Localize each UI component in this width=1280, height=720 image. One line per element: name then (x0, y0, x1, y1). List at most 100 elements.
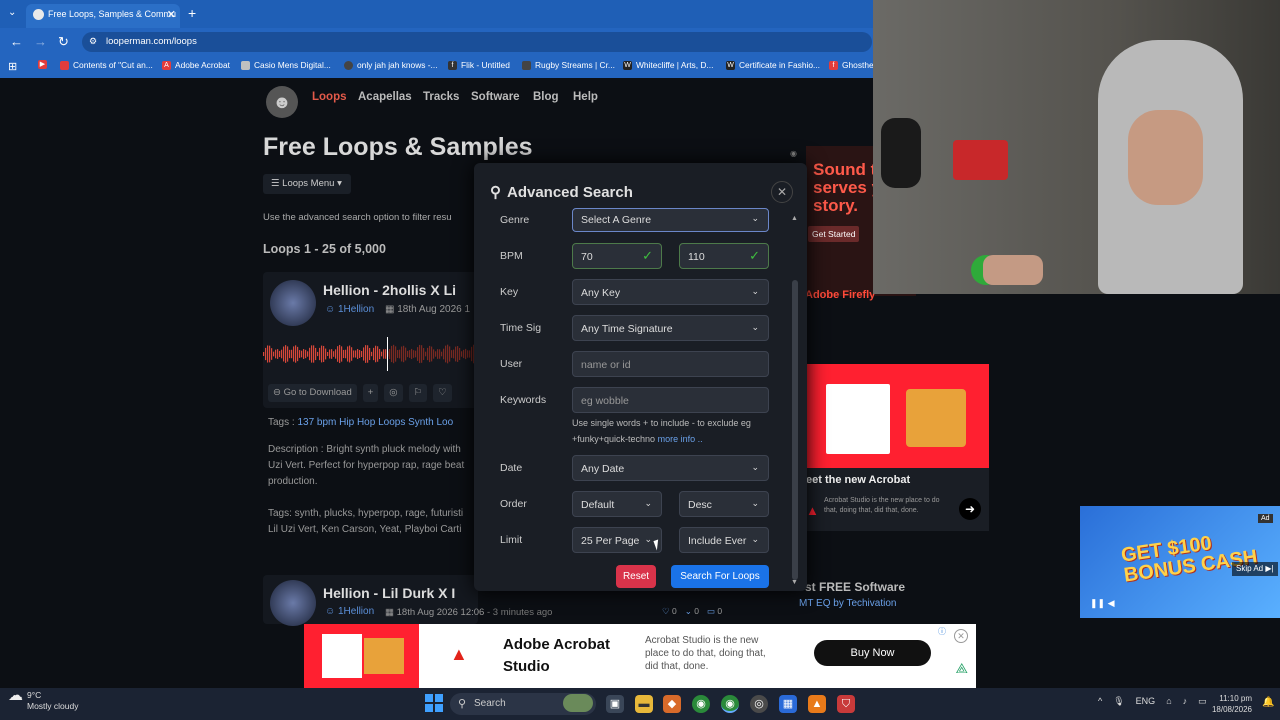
loop-user[interactable]: ☺ 1Hellion (325, 606, 374, 617)
url-input[interactable]: ⚙ looperman.com/loops (82, 32, 872, 52)
bookmark-8[interactable]: W Certificate in Fashio... (726, 60, 820, 70)
chevron-up-icon[interactable]: ^ (1098, 696, 1102, 707)
more-info-link[interactable]: more info .. (658, 434, 703, 444)
add-icon[interactable]: + (362, 384, 379, 402)
nav-help[interactable]: Help (573, 91, 598, 103)
windows-start-icon[interactable] (425, 694, 443, 712)
active-tab[interactable]: Free Loops, Samples & Commu ✕ (26, 4, 180, 28)
bpm-min-input[interactable]: 70 ✓ (572, 243, 662, 269)
key-select[interactable]: Any Key ⌄ (572, 279, 769, 305)
close-tab-icon[interactable]: ✕ (167, 8, 176, 21)
bookmark-5[interactable]: f Flik - Untitled (448, 60, 510, 70)
weather-widget[interactable]: ☁ 9°C Mostly cloudy (8, 688, 79, 712)
scroll-down-icon[interactable]: ▼ (791, 579, 798, 586)
pause-icon[interactable]: ❚❚ (1090, 598, 1105, 608)
heart-icon[interactable]: ♡ (433, 384, 452, 402)
chrome-active-icon[interactable]: ◉ (721, 695, 739, 713)
language-indicator[interactable]: ENG (1136, 696, 1156, 707)
arrow-right-icon[interactable]: ➜ (959, 498, 981, 520)
nav-loops[interactable]: Loops (312, 91, 347, 103)
timesig-select[interactable]: Any Time Signature ⌄ (572, 315, 769, 341)
brave-icon[interactable]: ◆ (663, 695, 681, 713)
scrollbar-thumb[interactable] (792, 280, 798, 580)
tag-link[interactable]: Synth Loo (408, 417, 453, 428)
bookmark-0[interactable]: ▶ (38, 60, 47, 69)
avatar[interactable] (270, 280, 316, 326)
video-controls[interactable]: ❚❚ ◀ (1090, 598, 1115, 609)
download-button[interactable]: ⊖ Go to Download (268, 384, 357, 402)
shield-icon[interactable]: ⛉ (837, 695, 855, 713)
vlc-icon[interactable]: ▲ (808, 695, 826, 713)
nav-blog[interactable]: Blog (533, 91, 559, 103)
chrome-icon[interactable]: ◉ (692, 695, 710, 713)
nav-acapellas[interactable]: Acapellas (358, 91, 412, 103)
bookmark-4[interactable]: only jah jah knows -... (344, 60, 438, 70)
target-icon[interactable]: ◎ (384, 384, 403, 402)
volume-icon[interactable]: ◀ (1108, 598, 1115, 608)
genre-select[interactable]: Select A Genre ⌄ (572, 208, 769, 232)
back-icon[interactable]: ← (10, 34, 23, 49)
close-ad-icon[interactable]: ✕ (954, 629, 968, 643)
ad-info-icon[interactable]: ⓘ (938, 626, 946, 637)
user-link[interactable]: 1Hellion (338, 606, 374, 617)
include-select[interactable]: Include Ever ⌄ (679, 527, 769, 553)
bookmark-1[interactable]: Contents of "Cut an... (60, 60, 153, 70)
bookmark-7[interactable]: W Whitecliffe | Arts, D... (623, 60, 713, 70)
get-started-button[interactable]: Get Started (808, 226, 860, 242)
loop-title[interactable]: Hellion - 2hollis X Li (323, 282, 456, 298)
date-select[interactable]: Any Date ⌄ (572, 455, 769, 481)
site-logo-icon[interactable]: ☻ (266, 86, 298, 118)
acrobat-ad[interactable]: eet the new Acrobat Acrobat Studio is th… (806, 364, 989, 531)
tag-link[interactable]: Hip Hop Loops (339, 417, 405, 428)
apps-icon[interactable]: ⊞ (8, 60, 17, 73)
buy-now-button[interactable]: Buy Now (814, 640, 931, 666)
order-select[interactable]: Default ⌄ (572, 491, 662, 517)
nav-tracks[interactable]: Tracks (423, 91, 459, 103)
file-explorer-icon[interactable]: ▬ (635, 695, 653, 713)
software-author[interactable]: Techivation (846, 598, 896, 609)
user-input[interactable]: name or id (572, 351, 769, 377)
volume-icon[interactable]: ♪ (1183, 696, 1188, 707)
photoshop-icon[interactable]: ▦ (779, 695, 797, 713)
loop-user[interactable]: ☺ 1Hellion (325, 304, 374, 315)
obs-icon[interactable]: ◎ (750, 695, 768, 713)
reload-icon[interactable]: ↻ (58, 34, 69, 50)
software-name[interactable]: MT EQ by (799, 598, 844, 609)
search-loops-button[interactable]: Search For Loops (671, 565, 769, 588)
microphone-icon[interactable]: 🎙 (1113, 696, 1124, 707)
feedback-icon[interactable]: ⟁ (956, 660, 969, 677)
loop-title[interactable]: Hellion - Lil Durk X I (323, 585, 455, 601)
bookmark-9[interactable]: f Ghosthe (829, 60, 874, 70)
bookmark-2[interactable]: A Adobe Acrobat (162, 60, 230, 70)
downloads-count[interactable]: ⌄ 0 (685, 606, 699, 617)
forward-icon[interactable]: → (34, 34, 47, 49)
keywords-input[interactable]: eg wobble (572, 387, 769, 413)
comments-count[interactable]: ▭ 0 (707, 606, 722, 617)
network-icon[interactable]: ⌂ (1166, 696, 1171, 707)
tag-link[interactable]: 137 bpm (297, 417, 336, 428)
ad-info-icon[interactable]: ◉ (790, 149, 797, 158)
scroll-up-icon[interactable]: ▲ (791, 215, 798, 222)
skip-ad-button[interactable]: Skip Ad ▶| (1232, 562, 1278, 576)
bookmark-3[interactable]: Casio Mens Digital... (241, 60, 331, 70)
bookmark-6[interactable]: Rugby Streams | Cr... (522, 60, 615, 70)
loops-menu-button[interactable]: ☰ Loops Menu ▾ (263, 174, 351, 194)
order-direction-select[interactable]: Desc ⌄ (679, 491, 769, 517)
nav-software[interactable]: Software (471, 91, 520, 103)
tab-search-icon[interactable]: ⌄ (8, 7, 16, 18)
new-tab-icon[interactable]: + (188, 5, 196, 21)
notifications-icon[interactable]: 🔔 (1262, 697, 1274, 708)
avatar[interactable] (270, 580, 316, 626)
clock[interactable]: 11:10 pm 18/08/2026 (1206, 693, 1252, 715)
likes-count[interactable]: ♡ 0 (662, 606, 677, 617)
limit-select[interactable]: 25 Per Page ⌄ (572, 527, 662, 553)
close-icon[interactable]: ✕ (771, 181, 793, 203)
site-info-icon[interactable]: ⚙ (89, 36, 97, 47)
waveform[interactable] (263, 337, 478, 371)
task-view-icon[interactable]: ▣ (606, 695, 624, 713)
flag-icon[interactable]: ⚐ (408, 384, 428, 402)
bpm-max-input[interactable]: 110 ✓ (679, 243, 769, 269)
bottom-ad[interactable]: ▲ Adobe Acrobat Studio Acrobat Studio is… (304, 624, 976, 688)
user-link[interactable]: 1Hellion (338, 304, 374, 315)
reset-button[interactable]: Reset (616, 565, 656, 588)
